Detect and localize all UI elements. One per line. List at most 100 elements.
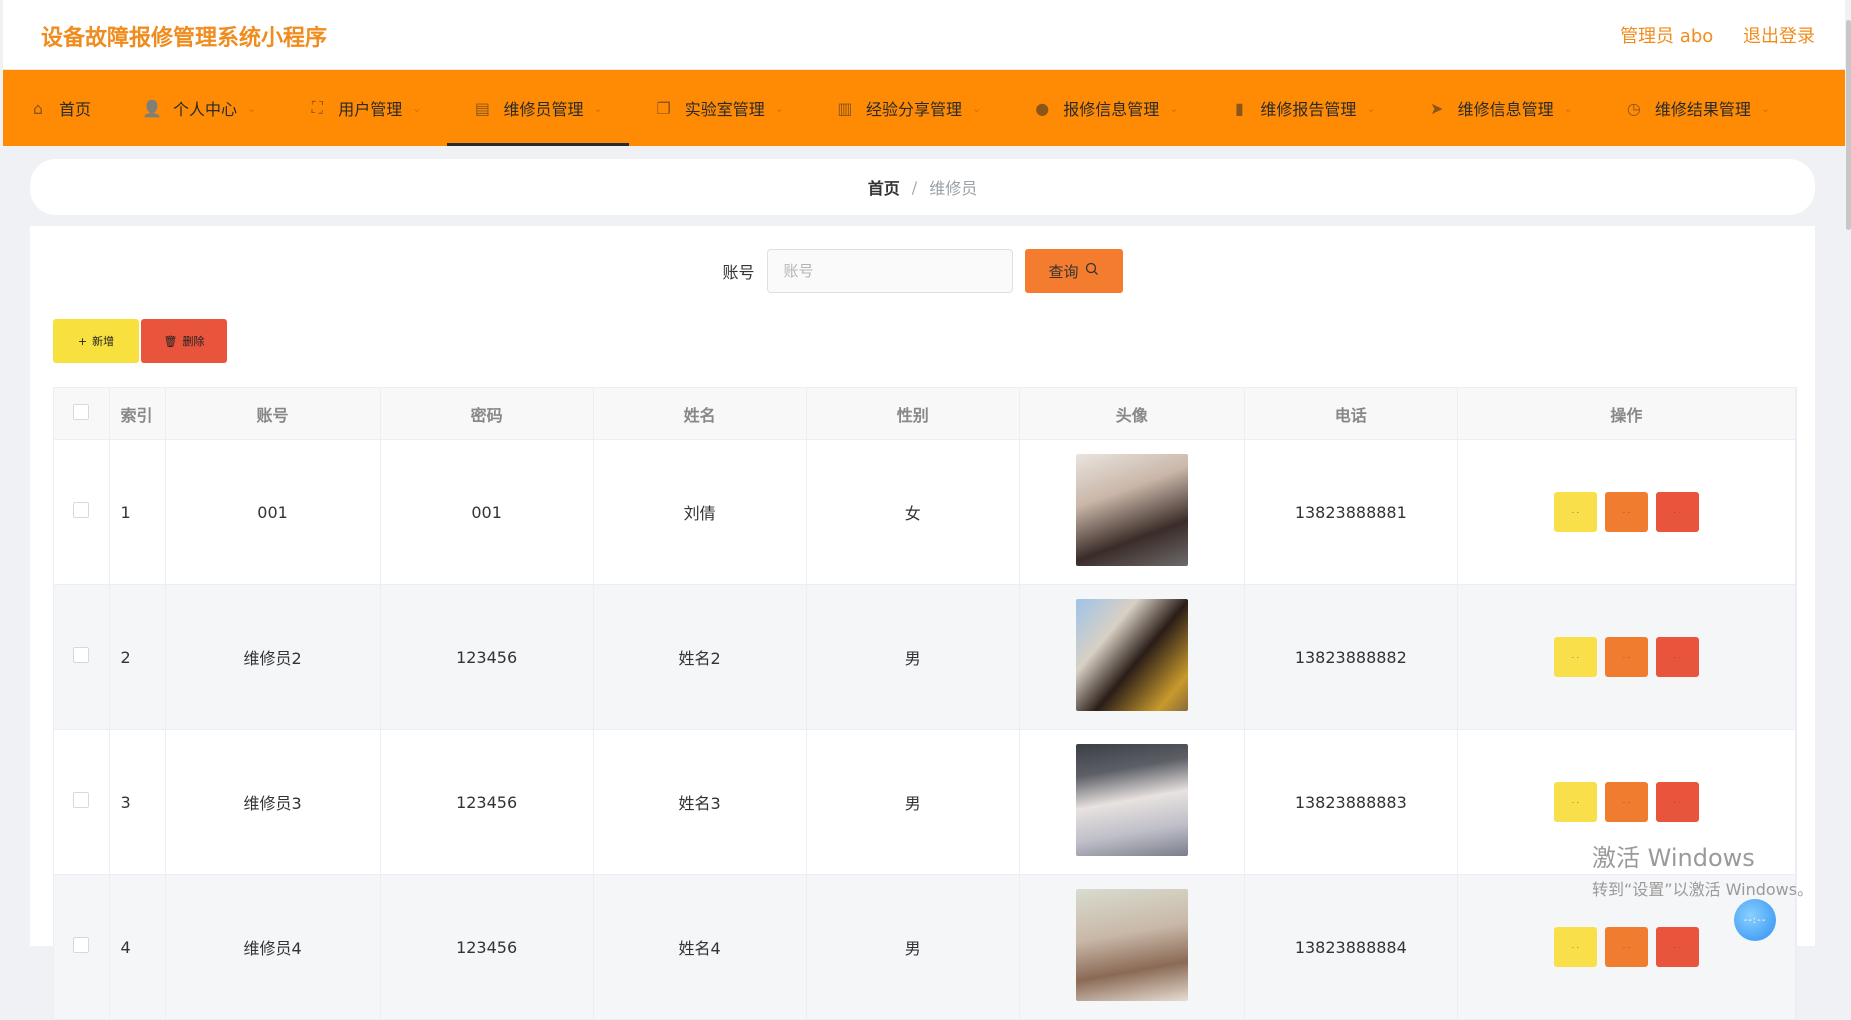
nav-item-profile[interactable]: 👤 个人中心 ⌄ (117, 70, 282, 146)
detail-button[interactable]: · · (1553, 782, 1597, 822)
cell-avatar (1019, 439, 1245, 585)
cell-password: 001 (380, 439, 594, 585)
logout-link[interactable]: 退出登录 (1743, 26, 1815, 47)
nav-item-lab[interactable]: ❐ 实验室管理 ⌄ (629, 70, 810, 146)
cell-phone: 13823888884 (1244, 874, 1458, 1020)
nav-item-repair-info[interactable]: ● 报修信息管理 ⌄ (1007, 70, 1204, 146)
avatar[interactable] (1075, 744, 1188, 856)
row-checkbox[interactable] (73, 937, 90, 953)
search-button[interactable]: 查询 (1024, 249, 1123, 293)
chevron-down-icon: ⌄ (593, 101, 603, 115)
header-name: 姓名 (593, 388, 807, 440)
search-input[interactable] (766, 249, 1013, 293)
nav-item-repairman[interactable]: ▤ 维修员管理 ⌄ (447, 70, 629, 146)
report-icon: ▮ (1235, 98, 1244, 118)
chevron-down-icon: ⌄ (412, 101, 422, 115)
add-button[interactable]: + 新增 (53, 319, 139, 363)
row-select-cell (54, 729, 110, 875)
main-nav: ⌂ 首页 👤 个人中心 ⌄ ⛶ 用户管理 ⌄ ▤ 维修员管理 ⌄ ❐ 实验室管理… (3, 70, 1845, 146)
header-password: 密码 (380, 388, 594, 440)
chevron-down-icon: ⌄ (1563, 101, 1573, 115)
detail-button[interactable]: · · (1553, 492, 1597, 532)
cell-gender: 男 (806, 729, 1020, 875)
row-checkbox[interactable] (73, 647, 90, 663)
nav-label: 报修信息管理 (1063, 100, 1160, 119)
row-select-cell (54, 874, 110, 1020)
cell-avatar (1019, 584, 1245, 730)
cell-name: 姓名2 (593, 584, 807, 730)
detail-button[interactable]: · · (1553, 927, 1597, 967)
user-label[interactable]: 管理员 abo (1620, 26, 1713, 47)
row-checkbox[interactable] (73, 792, 90, 808)
cell-phone: 13823888882 (1244, 584, 1458, 730)
nav-item-users[interactable]: ⛶ 用户管理 ⌄ (282, 70, 447, 146)
select-all-cell (54, 388, 110, 440)
row-delete-button[interactable]: · · (1655, 927, 1699, 967)
breadcrumb-home[interactable]: 首页 (868, 175, 900, 199)
search-button-label: 查询 (1048, 262, 1079, 281)
nav-label: 维修信息管理 (1457, 100, 1554, 119)
detail-button[interactable]: · · (1553, 637, 1597, 677)
clipboard-icon: ▤ (474, 98, 491, 118)
edit-button[interactable]: · · (1604, 927, 1648, 967)
search-label: 账号 (722, 263, 755, 282)
trash-icon: 🗑 (163, 334, 178, 348)
cell-name: 姓名4 (593, 874, 807, 1020)
cell-password: 123456 (380, 584, 594, 730)
action-toolbar: + 新增 🗑 删除 (53, 319, 227, 363)
nav-item-share[interactable]: ▥ 经验分享管理 ⌄ (810, 70, 1007, 146)
delete-button-label: 删除 (182, 335, 205, 348)
cell-gender: 女 (806, 439, 1020, 585)
cell-account: 001 (165, 439, 381, 585)
row-delete-button[interactable]: · · (1655, 637, 1699, 677)
cell-account: 维修员4 (165, 874, 381, 1020)
cell-actions: · · · · · · (1457, 439, 1797, 585)
page-scrollbar[interactable] (1846, 20, 1851, 230)
chevron-down-icon: ⌄ (1366, 101, 1376, 115)
chevron-down-icon: ⌄ (247, 101, 257, 115)
edit-button[interactable]: · · (1604, 637, 1648, 677)
nav-item-repair-msg[interactable]: ➤ 维修信息管理 ⌄ (1402, 70, 1599, 146)
nav-item-report[interactable]: ▮ 维修报告管理 ⌄ (1204, 70, 1401, 146)
share-icon: ▥ (837, 98, 853, 118)
table-row: 4 维修员4 123456 姓名4 男 13823888884 · · · · … (54, 874, 1797, 1020)
avatar[interactable] (1075, 454, 1188, 566)
header-avatar: 头像 (1019, 388, 1245, 440)
user-area: 管理员 abo 退出登录 (1596, 22, 1815, 48)
row-checkbox[interactable] (73, 502, 90, 518)
cell-index: 4 (109, 874, 166, 1020)
nav-label: 维修员管理 (503, 100, 584, 119)
row-delete-button[interactable]: · · (1655, 492, 1699, 532)
cell-account: 维修员3 (165, 729, 381, 875)
row-delete-button[interactable]: · · (1655, 782, 1699, 822)
cell-name: 刘倩 (593, 439, 807, 585)
windows-activation-watermark: 激活 Windows 转到“设置”以激活 Windows。 (1592, 838, 1813, 900)
plus-icon: + (77, 334, 88, 348)
delete-button[interactable]: 🗑 删除 (141, 319, 227, 363)
users-icon: ⛶ (311, 98, 323, 117)
send-icon: ➤ (1429, 98, 1444, 118)
select-all-checkbox[interactable] (73, 403, 90, 420)
avatar[interactable] (1075, 889, 1188, 1001)
header-actions: 操作 (1457, 388, 1797, 440)
search-icon (1085, 262, 1099, 280)
cell-password: 123456 (380, 874, 594, 1020)
chevron-down-icon: ⌄ (1760, 101, 1771, 115)
floating-assistant-button[interactable]: --:-- (1734, 899, 1776, 941)
nav-item-result[interactable]: ◷ 维修结果管理 ⌄ (1599, 70, 1796, 146)
home-icon: ⌂ (32, 98, 44, 118)
cell-index: 2 (109, 584, 166, 730)
watermark-subtitle: 转到“设置”以激活 Windows。 (1592, 880, 1814, 899)
avatar[interactable] (1075, 599, 1188, 711)
cell-index: 3 (109, 729, 166, 875)
edit-button[interactable]: · · (1604, 492, 1648, 532)
nav-item-home[interactable]: ⌂ 首页 (3, 70, 117, 146)
table-row: 2 维修员2 123456 姓名2 男 13823888882 · · · · … (54, 584, 1797, 730)
cell-account: 维修员2 (165, 584, 381, 730)
cell-gender: 男 (806, 874, 1020, 1020)
header-phone: 电话 (1244, 388, 1458, 440)
add-button-label: 新增 (92, 335, 115, 348)
chevron-down-icon: ⌄ (774, 101, 784, 115)
edit-button[interactable]: · · (1604, 782, 1648, 822)
message-icon: ● (1035, 98, 1050, 118)
